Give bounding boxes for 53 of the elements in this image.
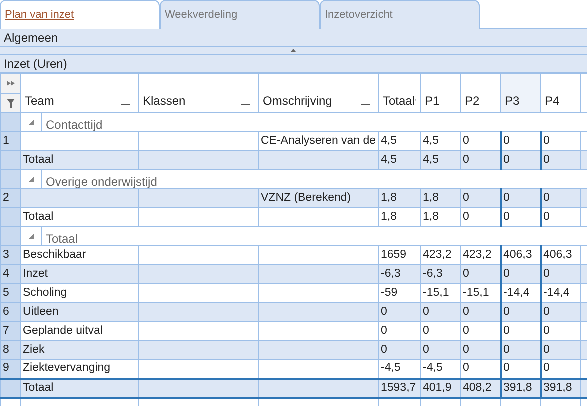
collapse-triangle-icon[interactable]	[28, 176, 34, 182]
table-cell: 391,8	[540, 378, 580, 398]
group-dash-icon[interactable]	[361, 104, 370, 105]
row-header[interactable]: 6	[0, 302, 20, 322]
group-dash-icon[interactable]	[241, 104, 250, 105]
tab[interactable]: Weekverdeling	[160, 0, 320, 29]
column-header[interactable]: P3	[500, 74, 540, 112]
table-cell: 0	[540, 150, 580, 170]
row-header[interactable]: 1	[0, 132, 20, 150]
column-header[interactable]: Team	[20, 74, 138, 112]
column-header[interactable]: P1	[420, 74, 460, 112]
collapse-triangle-icon[interactable]	[28, 120, 34, 124]
expand-all-icon[interactable]	[6, 81, 14, 86]
collapse-arrow-icon[interactable]	[291, 49, 296, 52]
table-cell: Totaal	[20, 378, 138, 398]
table-cell: Totaal	[20, 150, 138, 170]
table-cell: -4,5	[420, 360, 460, 378]
table-cell: 1,8	[378, 208, 420, 226]
group-dash-icon[interactable]	[121, 104, 130, 105]
table-cell: -4,5	[378, 360, 420, 378]
table-cell: 1,8	[420, 208, 460, 226]
table-cell: 0	[540, 208, 580, 226]
row-header[interactable]: 2	[0, 188, 20, 208]
tab[interactable]: Plan van inzet	[0, 0, 160, 29]
column-header[interactable]: Klassen	[138, 74, 258, 112]
row-header[interactable]: 8	[0, 340, 20, 360]
column-header[interactable]: P4	[540, 74, 580, 112]
group-label: Contacttijd	[46, 118, 103, 132]
table-cell: Totaal	[20, 208, 138, 226]
table-cell: 4,5	[420, 150, 460, 170]
table-cell: 1593,7	[378, 378, 420, 398]
column-header[interactable]: Omschrijving	[258, 74, 378, 112]
row-header[interactable]	[0, 378, 20, 398]
table-cell: 0	[500, 150, 540, 170]
grid-title: Inzet (Uren)	[0, 55, 587, 73]
table-cell: 0	[500, 208, 540, 226]
tab[interactable]: Inzetoverzicht	[320, 0, 480, 29]
section-header[interactable]: Algemeen	[0, 29, 587, 47]
column-header[interactable]: Totaal	[378, 74, 420, 112]
row-header[interactable]: 4	[0, 264, 20, 284]
table-cell: 401,9	[420, 378, 460, 398]
table-cell: 408,2	[460, 378, 500, 398]
column-header[interactable]: P2	[460, 74, 500, 112]
group-label: Totaal	[46, 232, 78, 246]
table-cell: 4,5	[378, 150, 420, 170]
row-header[interactable]: 7	[0, 322, 20, 340]
row-header[interactable]: 9	[0, 360, 20, 378]
group-label: Overige onderwijstijd	[46, 175, 158, 189]
collapse-triangle-icon[interactable]	[28, 234, 34, 238]
row-header[interactable]: 5	[0, 284, 20, 302]
table-cell: 391,8	[500, 378, 540, 398]
row-header[interactable]: 3	[0, 246, 20, 264]
filter-icon[interactable]	[6, 98, 14, 108]
